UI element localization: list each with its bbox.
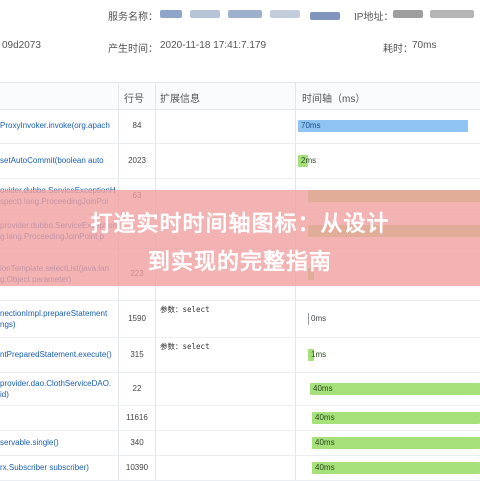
elapsed-label: 耗时：: [383, 44, 413, 55]
created-label: 产生时间：: [108, 44, 158, 55]
table-row[interactable]: setAutoCommit(boolean auto 2023 2ms: [0, 143, 480, 179]
method-link[interactable]: ntPreparedStatement.execute(): [0, 349, 118, 360]
line-number: 340: [130, 437, 144, 447]
line-number: 11616: [126, 412, 148, 422]
table-row[interactable]: provider.dao.ClothServiceDAO. id) 22 40ms: [0, 372, 480, 406]
table-row[interactable]: nectionImpl.prepareStatement ngs) 1590 参数：…: [0, 300, 480, 338]
service-name-redacted: [228, 10, 262, 18]
method-link[interactable]: setAutoCommit(boolean auto: [0, 155, 118, 166]
table-row[interactable]: ProxyInvoker.invoke(org.apach 84 70ms: [0, 108, 480, 144]
timeline-bar[interactable]: 70ms: [298, 119, 468, 132]
ip-redacted: [430, 10, 474, 18]
timeline-duration: 40ms: [315, 412, 335, 422]
method-link[interactable]: ProxyInvoker.invoke(org.apach: [0, 120, 118, 131]
timeline-duration: 40ms: [313, 383, 333, 393]
timeline-marker: [308, 312, 309, 325]
title-overlay: 打造实时时间轴图标：从设计 到实现的完整指南: [0, 190, 480, 286]
table-header: 行号 扩展信息 时间轴（ms）: [0, 82, 480, 110]
service-name-redacted: [160, 10, 182, 18]
ip-redacted: [393, 10, 423, 18]
line-number: 315: [130, 349, 144, 359]
timeline-bar[interactable]: 40ms: [312, 461, 480, 474]
overlay-title-line1: 打造实时时间轴图标：从设计: [90, 212, 390, 237]
timeline-bar[interactable]: 40ms: [312, 411, 480, 424]
overlay-title-line2: 到实现的完整指南: [147, 250, 332, 275]
line-number: 1590: [128, 313, 146, 323]
service-label: 服务名称：: [108, 12, 158, 23]
timeline-bar[interactable]: 1ms: [308, 348, 326, 361]
col-timeline-header: 时间轴（ms）: [302, 94, 366, 105]
method-link[interactable]: provider.dao.ClothServiceDAO. id): [0, 378, 118, 400]
service-name-redacted: [270, 10, 300, 18]
table-row[interactable]: servable.single() 340 40ms: [0, 430, 480, 456]
col-line-header: 行号: [124, 94, 144, 105]
timeline-bar[interactable]: 40ms: [310, 382, 480, 395]
extension-info: 参数：select: [160, 342, 210, 351]
method-link[interactable]: servable.single(): [0, 437, 118, 448]
line-number: 22: [132, 383, 142, 393]
extension-info: 参数：select: [160, 305, 210, 314]
line-number: 10390: [125, 462, 149, 472]
service-name-redacted: [310, 12, 340, 20]
service-name-redacted: [190, 10, 220, 18]
line-number: 2023: [128, 155, 146, 165]
line-number: 84: [132, 120, 142, 130]
timeline-bar[interactable]: 2ms: [298, 154, 316, 167]
timeline-duration: 2ms: [301, 155, 317, 165]
trace-header: 服务名称： IP地址： 09d2073 产生时间： 2020-11-18 17:…: [0, 0, 480, 68]
method-link[interactable]: nectionImpl.prepareStatement ngs): [0, 308, 118, 330]
trace-id: 09d2073: [2, 40, 41, 51]
timeline-duration: 1ms: [311, 349, 327, 359]
timeline-duration: 0ms: [311, 313, 327, 323]
table-row[interactable]: 11616 40ms: [0, 405, 480, 431]
method-link[interactable]: rx.Subscriber subscriber): [0, 462, 118, 473]
timeline-bar[interactable]: 40ms: [312, 436, 480, 449]
table-row[interactable]: rx.Subscriber subscriber) 10390 40ms: [0, 455, 480, 481]
table-row[interactable]: ntPreparedStatement.execute() 315 参数：selec…: [0, 337, 480, 373]
timeline-duration: 70ms: [301, 120, 321, 130]
timeline-duration: 40ms: [315, 462, 335, 472]
ip-label: IP地址：: [354, 12, 394, 23]
created-value: 2020-11-18 17:41:7.179: [160, 40, 267, 51]
elapsed-value: 70ms: [412, 40, 437, 51]
timeline-duration: 40ms: [315, 437, 335, 447]
col-ext-header: 扩展信息: [160, 94, 200, 105]
